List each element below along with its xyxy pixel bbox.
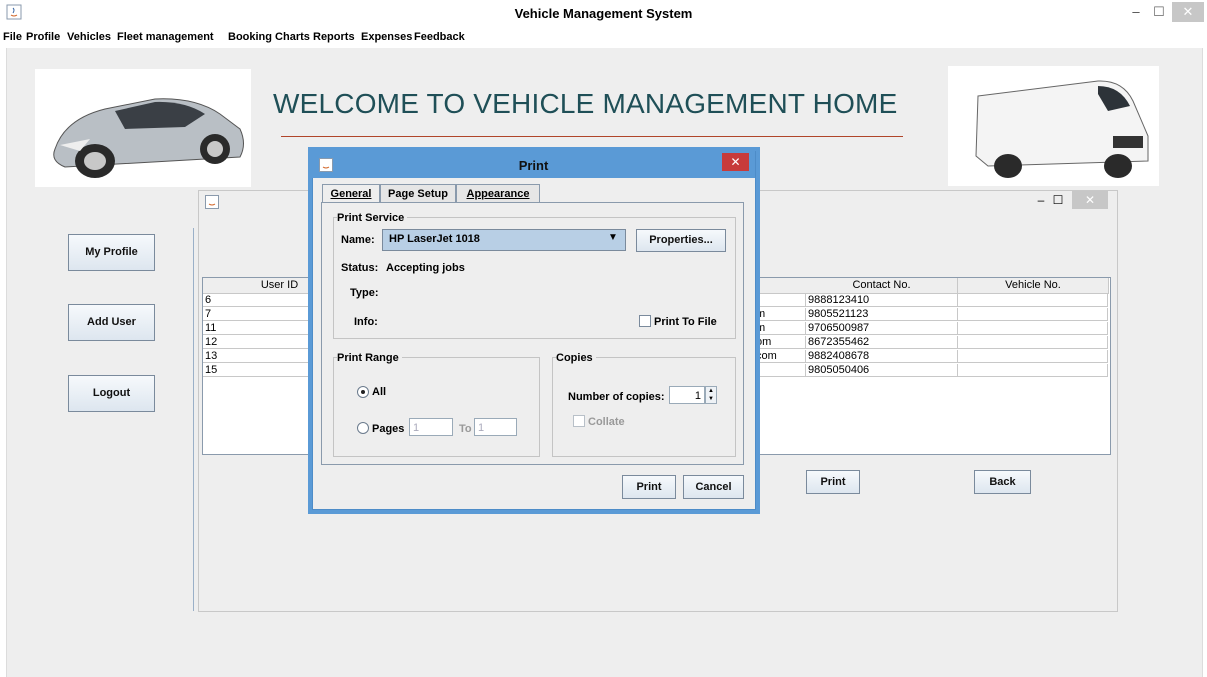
status-label: Status: [341,262,379,274]
menu-expenses[interactable]: Expenses [361,31,412,43]
table-row-email[interactable]: com [754,350,806,363]
column-header-vehicle[interactable]: Vehicle No. [958,278,1109,294]
tab-general[interactable]: General [322,184,380,204]
my-profile-button[interactable]: My Profile [68,234,155,271]
print-range-group [333,357,540,457]
logout-button[interactable]: Logout [68,375,155,412]
name-label: Name: [341,234,375,246]
print-to-file-label[interactable]: Print To File [654,316,717,328]
window-title: Vehicle Management System [514,6,693,21]
printer-name-value: HP LaserJet 1018 [389,233,480,245]
table-row-email[interactable]: om [754,336,806,349]
copies-label: Copies [556,352,596,364]
welcome-heading: WELCOME TO VEHICLE MANAGEMENT HOME [273,88,898,119]
table-row-email[interactable] [754,294,806,307]
table-row-vehicle[interactable] [958,294,1108,307]
table-row-email[interactable]: m [754,322,806,335]
table-row-contact[interactable]: 9805050406 [806,364,958,377]
column-header-email[interactable] [754,278,807,294]
menu-profile[interactable]: Profile [26,31,60,43]
table-row-email[interactable]: m [754,308,806,321]
pages-to-field[interactable]: 1 [474,418,517,436]
menu-vehicles[interactable]: Vehicles [67,31,111,43]
minimize-button[interactable]: – [1125,2,1147,22]
type-label: Type: [350,287,379,299]
to-label: To [459,423,472,435]
table-row-user-id[interactable]: 13 [203,350,313,363]
table-row-email[interactable] [754,364,806,377]
table-row-contact[interactable]: 9882408678 [806,350,958,363]
frame-back-button[interactable]: Back [974,470,1031,494]
all-label[interactable]: All [372,386,386,398]
info-label: Info: [354,316,378,328]
copies-spinner[interactable]: 1 [669,386,705,404]
menu-fleet-management[interactable]: Fleet management [117,31,214,43]
table-row-contact[interactable]: 8672355462 [806,336,958,349]
table-row-user-id[interactable]: 7 [203,308,313,321]
tab-page-setup[interactable]: Page Setup [380,184,456,203]
table-row-vehicle[interactable] [958,336,1108,349]
frame-print-button[interactable]: Print [806,470,860,494]
menu-file[interactable]: File [3,31,22,43]
add-user-button[interactable]: Add User [68,304,155,341]
dialog-print-button[interactable]: Print [622,475,676,499]
table-row-vehicle[interactable] [958,322,1108,335]
pages-radio[interactable] [357,422,369,434]
maximize-button[interactable]: ☐ [1148,2,1170,22]
radio-selected-dot [361,390,365,394]
print-dialog-title: Print [518,158,549,173]
print-to-file-checkbox[interactable] [639,315,651,327]
spinner-arrows-icon[interactable]: ▲ ▼ [705,386,717,404]
table-row-vehicle[interactable] [958,308,1108,321]
van-image [948,66,1159,186]
copies-group [552,357,736,457]
car-image [35,69,251,187]
table-row-contact[interactable]: 9805521123 [806,308,958,321]
table-row-contact[interactable]: 9706500987 [806,322,958,335]
tab-appearance-label: Appearance [466,188,530,200]
frame-maximize-button[interactable]: ☐ [1050,191,1066,209]
menu-reports[interactable]: Reports [313,31,355,43]
java-frame-icon [205,195,219,209]
frame-minimize-button[interactable]: – [1034,191,1048,209]
pages-label[interactable]: Pages [372,423,404,435]
status-value: Accepting jobs [386,262,465,274]
close-button[interactable]: ✕ [1172,2,1204,22]
collate-checkbox[interactable] [573,415,585,427]
number-of-copies-label: Number of copies: [568,391,665,403]
all-radio[interactable] [357,386,369,398]
dialog-cancel-button[interactable]: Cancel [683,475,744,499]
pages-from-field[interactable]: 1 [409,418,453,436]
frame-close-button[interactable]: ✕ [1072,191,1108,209]
collate-label: Collate [588,416,625,428]
tab-general-label: General [330,188,372,200]
table-row-user-id[interactable]: 12 [203,336,313,349]
table-row-user-id[interactable]: 6 [203,294,313,307]
table-row-user-id[interactable]: 11 [203,322,313,335]
vertical-separator [193,228,194,611]
column-header-contact[interactable]: Contact No. [806,278,958,294]
chevron-down-icon[interactable]: ▼ [608,232,618,243]
table-row-vehicle[interactable] [958,364,1108,377]
tab-appearance[interactable]: Appearance [456,184,540,203]
print-range-label: Print Range [337,352,402,364]
menu-booking-charts[interactable]: Booking Charts [228,31,310,43]
table-row-vehicle[interactable] [958,350,1108,363]
dialog-close-button[interactable]: ✕ [722,153,749,171]
print-service-label: Print Service [337,212,408,224]
properties-button[interactable]: Properties... [636,229,726,252]
menu-feedback[interactable]: Feedback [414,31,465,43]
welcome-underline [281,136,903,137]
table-row-contact[interactable]: 9888123410 [806,294,958,307]
table-row-user-id[interactable]: 15 [203,364,313,377]
